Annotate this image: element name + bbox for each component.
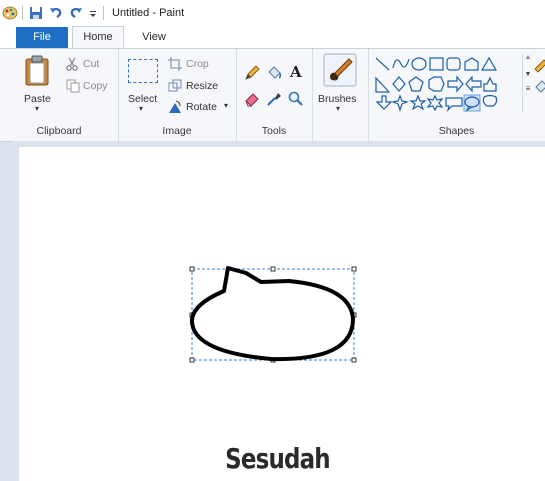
tools-group-title: Tools — [261, 125, 287, 137]
crop-button[interactable]: Crop — [168, 57, 232, 73]
pencil-icon[interactable] — [244, 65, 260, 81]
select-button[interactable]: Select ▾ — [126, 55, 162, 119]
titlebar-separator — [22, 6, 23, 20]
clipboard-group: Paste ▾ Cut Copy Clipboard — [0, 49, 119, 141]
redo-icon[interactable] — [69, 6, 83, 20]
rotate-icon — [169, 100, 181, 113]
rotate-button[interactable]: Rotate ▾ — [168, 100, 232, 116]
tools-group: A Tools — [236, 49, 313, 141]
clipboard-group-title: Clipboard — [36, 125, 82, 137]
brushes-button[interactable]: Brushes ▾ — [316, 53, 364, 121]
tab-file[interactable]: File — [16, 27, 68, 48]
scroll-up-icon[interactable]: ▲ — [523, 54, 533, 61]
select-dropdown-icon: ▾ — [139, 104, 144, 113]
ribbon-tabs: File Home View — [0, 26, 545, 48]
resize-button[interactable]: Resize — [168, 79, 232, 95]
window-title: Untitled - Paint — [112, 7, 185, 19]
cut-label: Cut — [83, 58, 100, 70]
image-group: Select ▾ Crop Resize Rotate ▾ Image — [118, 49, 237, 141]
caption-text: Sesudah — [225, 442, 330, 475]
cut-button[interactable]: Cut — [66, 57, 114, 73]
scroll-down-icon[interactable]: ▼ — [523, 71, 533, 78]
save-icon[interactable] — [29, 6, 43, 20]
tab-view[interactable]: View — [128, 27, 180, 48]
copy-button[interactable]: Copy — [66, 79, 114, 95]
copy-icon — [66, 79, 80, 93]
eraser-icon[interactable] — [244, 91, 260, 107]
resize-label: Resize — [186, 80, 219, 92]
rotate-dropdown-icon: ▾ — [224, 101, 229, 110]
image-group-title: Image — [162, 125, 192, 137]
shapes-group-title: Shapes — [438, 125, 475, 137]
drawing-canvas[interactable] — [19, 147, 545, 481]
brushes-group: Brushes ▾ — [312, 49, 369, 141]
resize-icon — [168, 79, 182, 92]
shapes-scrollbar[interactable]: ▲ ▼ ≡ — [522, 54, 533, 112]
crop-label: Crop — [186, 58, 209, 70]
crop-icon — [168, 57, 182, 71]
outline-fill-icons[interactable] — [534, 57, 545, 93]
select-marquee-icon — [128, 59, 158, 83]
fill-bucket-icon[interactable] — [266, 65, 282, 81]
copy-label: Copy — [83, 80, 108, 92]
shapes-more-icon[interactable]: ≡ — [523, 84, 533, 93]
shapes-gallery[interactable] — [374, 56, 524, 112]
titlebar-separator — [103, 6, 104, 20]
brushes-dropdown-icon: ▾ — [336, 104, 341, 113]
magnifier-icon[interactable] — [288, 91, 304, 107]
paint-app-icon[interactable] — [2, 6, 18, 20]
scissors-icon — [66, 57, 78, 71]
tab-home[interactable]: Home — [72, 26, 124, 48]
canvas-area — [12, 141, 545, 481]
speech-bubble-shape[interactable] — [19, 147, 545, 481]
text-tool-icon[interactable]: A — [290, 63, 302, 81]
rotate-label: Rotate — [186, 101, 217, 113]
color-picker-icon[interactable] — [266, 91, 282, 107]
customize-toolbar-icon[interactable] — [89, 6, 97, 20]
shapes-group: ▲ ▼ ≡ Shapes — [368, 49, 545, 141]
paste-icon — [25, 55, 49, 86]
title-bar: Untitled - Paint — [0, 0, 545, 26]
paste-button[interactable]: Paste ▾ — [18, 55, 58, 119]
undo-icon[interactable] — [49, 6, 63, 20]
brush-icon — [323, 53, 357, 87]
paste-dropdown-icon: ▾ — [35, 104, 40, 113]
ribbon: Paste ▾ Cut Copy Clipboard Select ▾ Crop… — [0, 48, 545, 142]
